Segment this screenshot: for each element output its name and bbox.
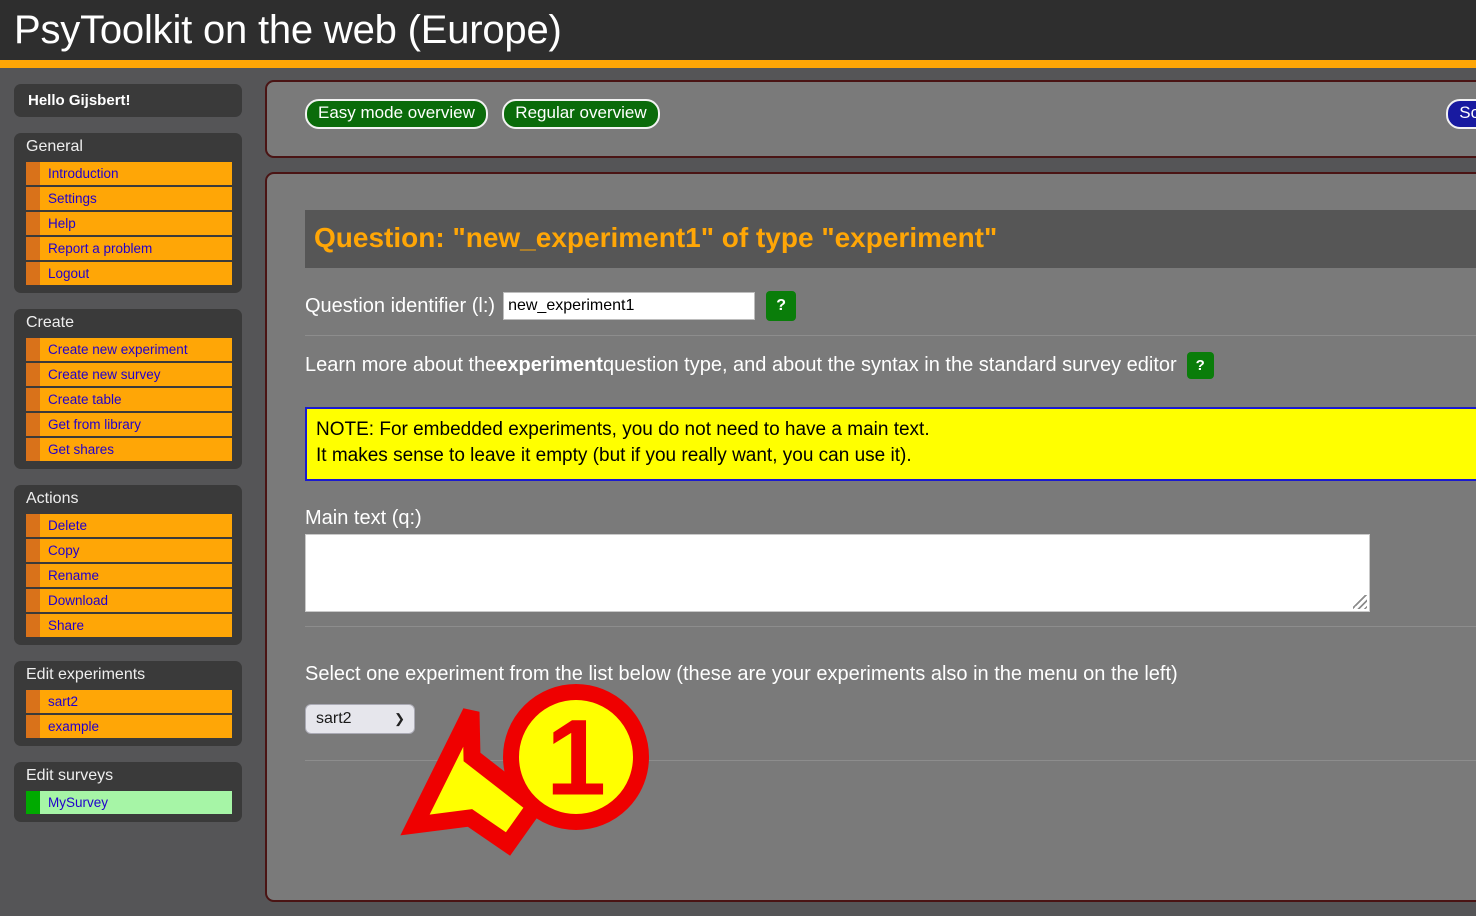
- sidebar-item-rename[interactable]: Rename: [26, 564, 232, 587]
- sidebar-item-create-table[interactable]: Create table: [26, 388, 232, 411]
- item-accent-bar: [26, 388, 40, 411]
- header-accent-stripe: [0, 60, 1476, 68]
- sidebar-item-sart2[interactable]: sart2: [26, 690, 232, 713]
- divider: [305, 335, 1476, 336]
- item-accent-bar: [26, 262, 40, 285]
- item-accent-bar: [26, 564, 40, 587]
- learn-more-prefix: Learn more about the: [305, 354, 497, 376]
- item-accent-bar: [26, 690, 40, 713]
- sidebar-item-label: Create new experiment: [48, 342, 188, 357]
- sidebar-item-label: Introduction: [48, 166, 119, 181]
- help-icon[interactable]: ?: [1186, 352, 1214, 379]
- script-button[interactable]: Scrip: [1446, 99, 1476, 129]
- question-identifier-label: Question identifier (l:): [305, 294, 496, 317]
- overview-toolbar-card: Easy mode overview Regular overview Scri…: [265, 80, 1476, 158]
- sidebar-item-settings[interactable]: Settings: [26, 187, 232, 210]
- section-title: Edit experiments: [26, 666, 146, 683]
- sidebar: Hello Gijsbert! General Introduction Set…: [0, 68, 256, 910]
- sidebar-item-get-shares[interactable]: Get shares: [26, 438, 232, 461]
- question-editor-card: Question: "new_experiment1" of type "exp…: [265, 172, 1476, 902]
- greeting-text: Hello Gijsbert!: [28, 92, 131, 109]
- sidebar-item-label: Get shares: [48, 442, 115, 457]
- chevron-down-icon: ❯: [394, 711, 405, 727]
- item-accent-bar: [26, 212, 40, 235]
- note-box: NOTE: For embedded experiments, you do n…: [305, 407, 1476, 482]
- sidebar-item-download[interactable]: Download: [26, 589, 232, 612]
- learn-more-row: Learn more about the experiment question…: [305, 352, 1476, 379]
- question-identifier-input[interactable]: [503, 292, 756, 320]
- sidebar-item-label: Create table: [48, 392, 122, 407]
- select-experiment-instruction: Select one experiment from the list belo…: [305, 663, 1178, 686]
- item-accent-bar: [26, 791, 40, 814]
- item-accent-bar: [26, 162, 40, 185]
- section-title: Create: [26, 314, 75, 331]
- sidebar-item-logout[interactable]: Logout: [26, 262, 232, 285]
- item-accent-bar: [26, 237, 40, 260]
- sidebar-item-label: Help: [48, 216, 76, 231]
- item-accent-bar: [26, 338, 40, 361]
- sidebar-item-label: Share: [48, 618, 85, 633]
- sidebar-item-create-new-experiment[interactable]: Create new experiment: [26, 338, 232, 361]
- sidebar-item-label: Download: [48, 593, 109, 608]
- greeting-panel: Hello Gijsbert!: [14, 84, 242, 117]
- item-accent-bar: [26, 589, 40, 612]
- divider: [305, 760, 1476, 762]
- item-accent-bar: [26, 413, 40, 436]
- sidebar-item-mysurvey[interactable]: MySurvey: [26, 791, 232, 814]
- note-line-2: It makes sense to leave it empty (but if…: [316, 445, 912, 467]
- sidebar-item-label: example: [48, 719, 100, 734]
- note-line-1: NOTE: For embedded experiments, you do n…: [316, 419, 930, 440]
- experiment-select[interactable]: sart2 ❯: [305, 704, 415, 735]
- item-accent-bar: [26, 614, 40, 637]
- sidebar-item-label: Get from library: [48, 417, 142, 432]
- sidebar-section-edit-surveys: Edit surveys MySurvey: [14, 762, 242, 822]
- section-title: General: [26, 138, 83, 155]
- item-accent-bar: [26, 187, 40, 210]
- sidebar-item-example[interactable]: example: [26, 715, 232, 738]
- main-text-textarea[interactable]: [305, 534, 1370, 613]
- learn-more-suffix: question type, and about the syntax in t…: [602, 354, 1177, 376]
- sidebar-item-label: Report a problem: [48, 241, 153, 256]
- section-title: Actions: [26, 490, 79, 507]
- divider: [305, 626, 1476, 628]
- sidebar-section-edit-experiments: Edit experiments sart2 example: [14, 661, 242, 746]
- sidebar-item-delete[interactable]: Delete: [26, 514, 232, 537]
- sidebar-section-actions: Actions Delete Copy Rename Download Shar…: [14, 485, 242, 645]
- sidebar-item-report-a-problem[interactable]: Report a problem: [26, 237, 232, 260]
- question-title-banner: Question: "new_experiment1" of type "exp…: [305, 210, 1476, 268]
- sidebar-item-label: Settings: [48, 191, 97, 206]
- sidebar-item-label: Delete: [48, 518, 88, 533]
- regular-overview-button[interactable]: Regular overview: [502, 99, 660, 129]
- app-header: PsyToolkit on the web (Europe): [0, 0, 1476, 60]
- item-accent-bar: [26, 514, 40, 537]
- sidebar-item-label: Logout: [48, 266, 90, 281]
- sidebar-item-label: MySurvey: [48, 795, 109, 810]
- sidebar-item-label: Create new survey: [48, 367, 161, 382]
- easy-mode-overview-button[interactable]: Easy mode overview: [305, 99, 488, 129]
- item-accent-bar: [26, 438, 40, 461]
- question-identifier-row: Question identifier (l:) ?: [305, 291, 1476, 321]
- sidebar-section-create: Create Create new experiment Create new …: [14, 309, 242, 469]
- sidebar-item-label: Rename: [48, 568, 100, 583]
- item-accent-bar: [26, 363, 40, 386]
- sidebar-item-label: sart2: [48, 694, 79, 709]
- learn-more-keyword: experiment: [496, 354, 603, 376]
- item-accent-bar: [26, 539, 40, 562]
- experiment-select-value: sart2: [316, 710, 352, 728]
- sidebar-item-share[interactable]: Share: [26, 614, 232, 637]
- main-content: Easy mode overview Regular overview Scri…: [265, 80, 1476, 916]
- sidebar-section-general: General Introduction Settings Help Repor…: [14, 133, 242, 293]
- main-text-label: Main text (q:): [305, 507, 422, 530]
- help-icon[interactable]: ?: [766, 291, 797, 321]
- item-accent-bar: [26, 715, 40, 738]
- sidebar-item-label: Copy: [48, 543, 80, 558]
- sidebar-item-help[interactable]: Help: [26, 212, 232, 235]
- section-title: Edit surveys: [26, 767, 114, 784]
- resize-grip-icon[interactable]: [1353, 595, 1367, 610]
- sidebar-item-get-from-library[interactable]: Get from library: [26, 413, 232, 436]
- sidebar-item-copy[interactable]: Copy: [26, 539, 232, 562]
- sidebar-item-create-new-survey[interactable]: Create new survey: [26, 363, 232, 386]
- sidebar-item-introduction[interactable]: Introduction: [26, 162, 232, 185]
- page-title: PsyToolkit on the web (Europe): [14, 7, 562, 52]
